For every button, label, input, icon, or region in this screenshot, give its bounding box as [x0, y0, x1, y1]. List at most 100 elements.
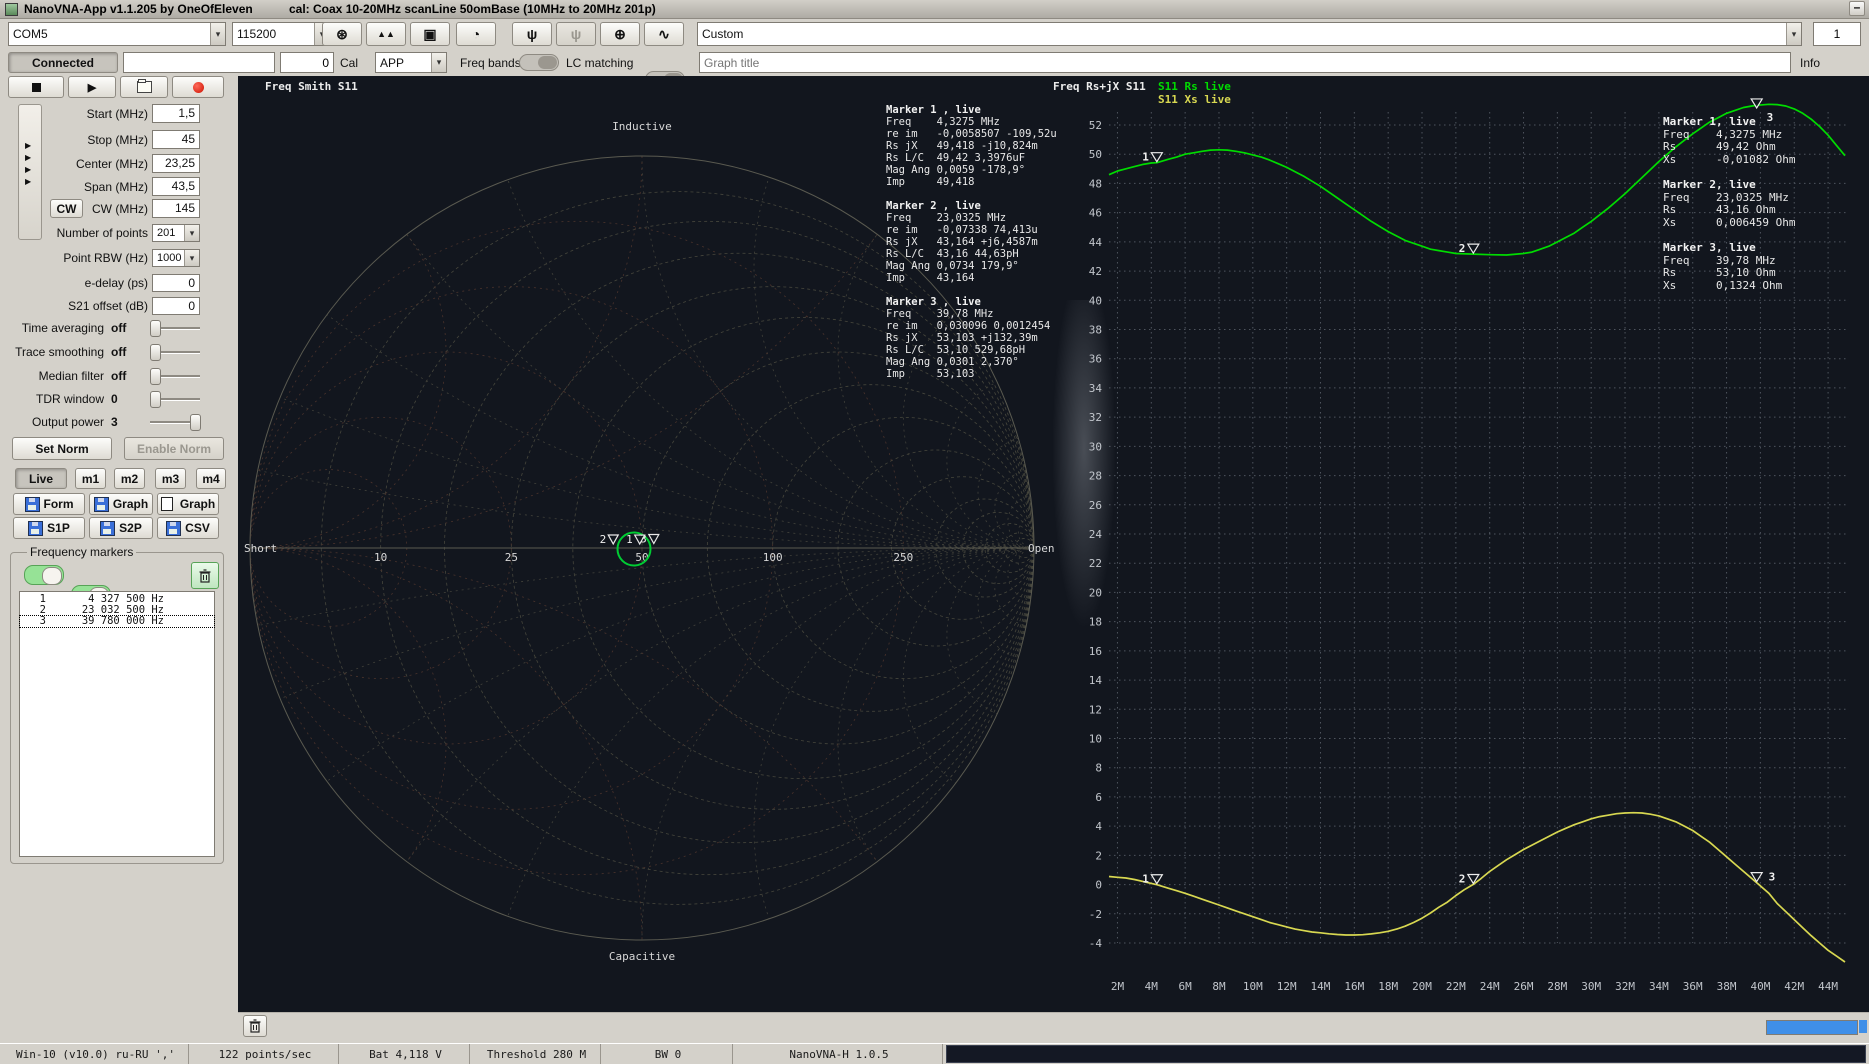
- save-s2p-button[interactable]: S2P: [89, 517, 153, 539]
- marker-list-item[interactable]: 339 780 000 Hz: [20, 616, 214, 627]
- status-item-4: BW 0: [604, 1044, 733, 1064]
- toolbar-button-calibration-target-icon[interactable]: ⊕: [600, 22, 640, 46]
- address-field[interactable]: [123, 52, 275, 73]
- slider-handle[interactable]: [150, 320, 161, 337]
- cw-button[interactable]: CW: [50, 199, 83, 218]
- smith-inductive-label: Inductive: [612, 120, 672, 133]
- num-field-0[interactable]: 0: [152, 274, 200, 292]
- save-graph-button[interactable]: Graph: [89, 493, 153, 515]
- save-s1p-button[interactable]: S1P: [13, 517, 85, 539]
- freq-field-3[interactable]: 43,5: [152, 177, 200, 196]
- freq-bands-label: Freq bands: [460, 56, 521, 70]
- delete-marker-button[interactable]: [191, 562, 219, 589]
- slider-3[interactable]: [150, 391, 200, 407]
- marker-block-title: Marker 2 , live: [886, 200, 981, 212]
- field-label: Number of points: [0, 226, 148, 240]
- record-button[interactable]: [172, 76, 224, 98]
- preset-select[interactable]: Custom ▾: [697, 22, 1802, 46]
- floppy-icon: [94, 497, 109, 512]
- slider-handle[interactable]: [150, 344, 161, 361]
- toolbar-button-timer-icon[interactable]: ◔: [456, 22, 496, 46]
- toolbar-button-screenshot-icon[interactable]: ▣: [410, 22, 450, 46]
- enable-norm-button[interactable]: Enable Norm: [124, 437, 224, 460]
- minimize-button[interactable]: –: [1849, 1, 1865, 16]
- cal-mode-select[interactable]: APP ▾: [375, 52, 447, 73]
- slider-0[interactable]: [150, 320, 200, 336]
- graph-marker-number: 2: [1459, 242, 1466, 255]
- baud-rate-select[interactable]: 115200 ▾: [232, 22, 330, 46]
- clear-markers-button[interactable]: [243, 1015, 267, 1037]
- timer-icon: ◔: [472, 26, 480, 42]
- memory-button-m3[interactable]: m3: [155, 468, 186, 489]
- slider-2[interactable]: [150, 368, 200, 384]
- graph-xtick-label: 10M: [1243, 980, 1263, 993]
- memory-button-live[interactable]: Live: [15, 468, 67, 489]
- toolbar-button-usb-disconnect-icon[interactable]: ψ: [556, 22, 596, 46]
- field-label: Start (MHz): [0, 107, 148, 121]
- toolbar-button-usb-connect-icon[interactable]: ψ: [512, 22, 552, 46]
- frequency-markers-list[interactable]: 14 327 500 Hz223 032 500 Hz339 780 000 H…: [19, 591, 215, 857]
- slider-handle[interactable]: [150, 391, 161, 408]
- freq-field-4[interactable]: 145: [152, 199, 200, 218]
- smith-marker-triangle: [608, 535, 618, 544]
- dropdown-1[interactable]: 1000▾: [152, 249, 200, 267]
- connected-button[interactable]: Connected: [8, 52, 118, 73]
- save-form-button[interactable]: Form: [13, 493, 85, 515]
- smith-marker-triangle: [649, 535, 659, 544]
- toolbar-button-sweep-arrows-icon[interactable]: ▲▲: [366, 22, 406, 46]
- field-label: S21 offset (dB): [0, 299, 148, 313]
- marker-toggle-1[interactable]: [24, 565, 64, 585]
- offset-field[interactable]: [280, 52, 334, 73]
- smith-impedance-label: 50: [635, 551, 648, 564]
- chevron-down-icon: ▾: [184, 250, 199, 266]
- status-item-3: Threshold 280 M: [473, 1044, 601, 1064]
- set-norm-button[interactable]: Set Norm: [12, 437, 112, 460]
- sweep-arrows-icon: ▲▲: [377, 29, 395, 39]
- memory-button-m4[interactable]: m4: [196, 468, 226, 489]
- graph-xtick-label: 18M: [1378, 980, 1398, 993]
- freq-bands-toggle[interactable]: [519, 54, 559, 71]
- freq-field-1[interactable]: 45: [152, 130, 200, 149]
- save-csv-button[interactable]: CSV: [157, 517, 219, 539]
- memory-button-label: m2: [121, 472, 138, 486]
- toolbar-button-chart-window-icon[interactable]: ∿: [644, 22, 684, 46]
- sweep-progress-bar: [1766, 1020, 1858, 1035]
- freq-field-0[interactable]: 1,5: [152, 104, 200, 123]
- graph-title-input[interactable]: [699, 52, 1791, 73]
- play-icon: ▶: [88, 81, 96, 94]
- slider-4[interactable]: [150, 414, 200, 430]
- graph-ytick-label: 10: [1089, 732, 1102, 745]
- expander-strip[interactable]: ▶▶▶▶: [18, 104, 42, 240]
- graph-marker-triangle-rs: [1468, 244, 1479, 253]
- smith-open-label: Open: [1028, 542, 1055, 555]
- slider-label: Output power: [0, 415, 104, 429]
- graph-xtick-label: 16M: [1344, 980, 1364, 993]
- memory-button-m2[interactable]: m2: [114, 468, 145, 489]
- toolbar-button-settings-icon[interactable]: ⊛: [322, 22, 362, 46]
- play-button[interactable]: ▶: [68, 76, 116, 98]
- legend-item: S11 Xs live: [1158, 93, 1231, 106]
- graph-ytick-label: 0: [1095, 879, 1102, 892]
- graph-xtick-label: 14M: [1311, 980, 1331, 993]
- slider-handle[interactable]: [190, 414, 201, 431]
- stop-button[interactable]: [8, 76, 64, 98]
- freq-field-2[interactable]: 23,25: [152, 154, 200, 173]
- smith-marker-readout: Marker 1 , live Freq 4,3275 MHz re im -0…: [886, 104, 1057, 380]
- copy-graph-button[interactable]: Graph: [157, 493, 219, 515]
- com-port-select[interactable]: COM5 ▾: [8, 22, 226, 46]
- slider-value: 0: [111, 392, 145, 406]
- graph-ytick-label: 8: [1095, 762, 1102, 775]
- memory-button-m1[interactable]: m1: [75, 468, 106, 489]
- status-item-2: Bat 4,118 V: [342, 1044, 470, 1064]
- smith-marker-number: 2: [600, 533, 607, 546]
- open-file-button[interactable]: [120, 76, 168, 98]
- graph-marker-readout: Marker 1, live Freq 4,3275 MHz Rs 49,42 …: [1663, 116, 1795, 292]
- marker-block-title: Marker 3, live: [1663, 241, 1756, 254]
- slider-handle[interactable]: [150, 368, 161, 385]
- save-button-label: Graph: [180, 497, 215, 511]
- page-number-field[interactable]: [1813, 22, 1861, 46]
- dropdown-0[interactable]: 201▾: [152, 224, 200, 242]
- status-extra: [946, 1045, 1866, 1063]
- slider-1[interactable]: [150, 344, 200, 360]
- num-field-1[interactable]: 0: [152, 297, 200, 315]
